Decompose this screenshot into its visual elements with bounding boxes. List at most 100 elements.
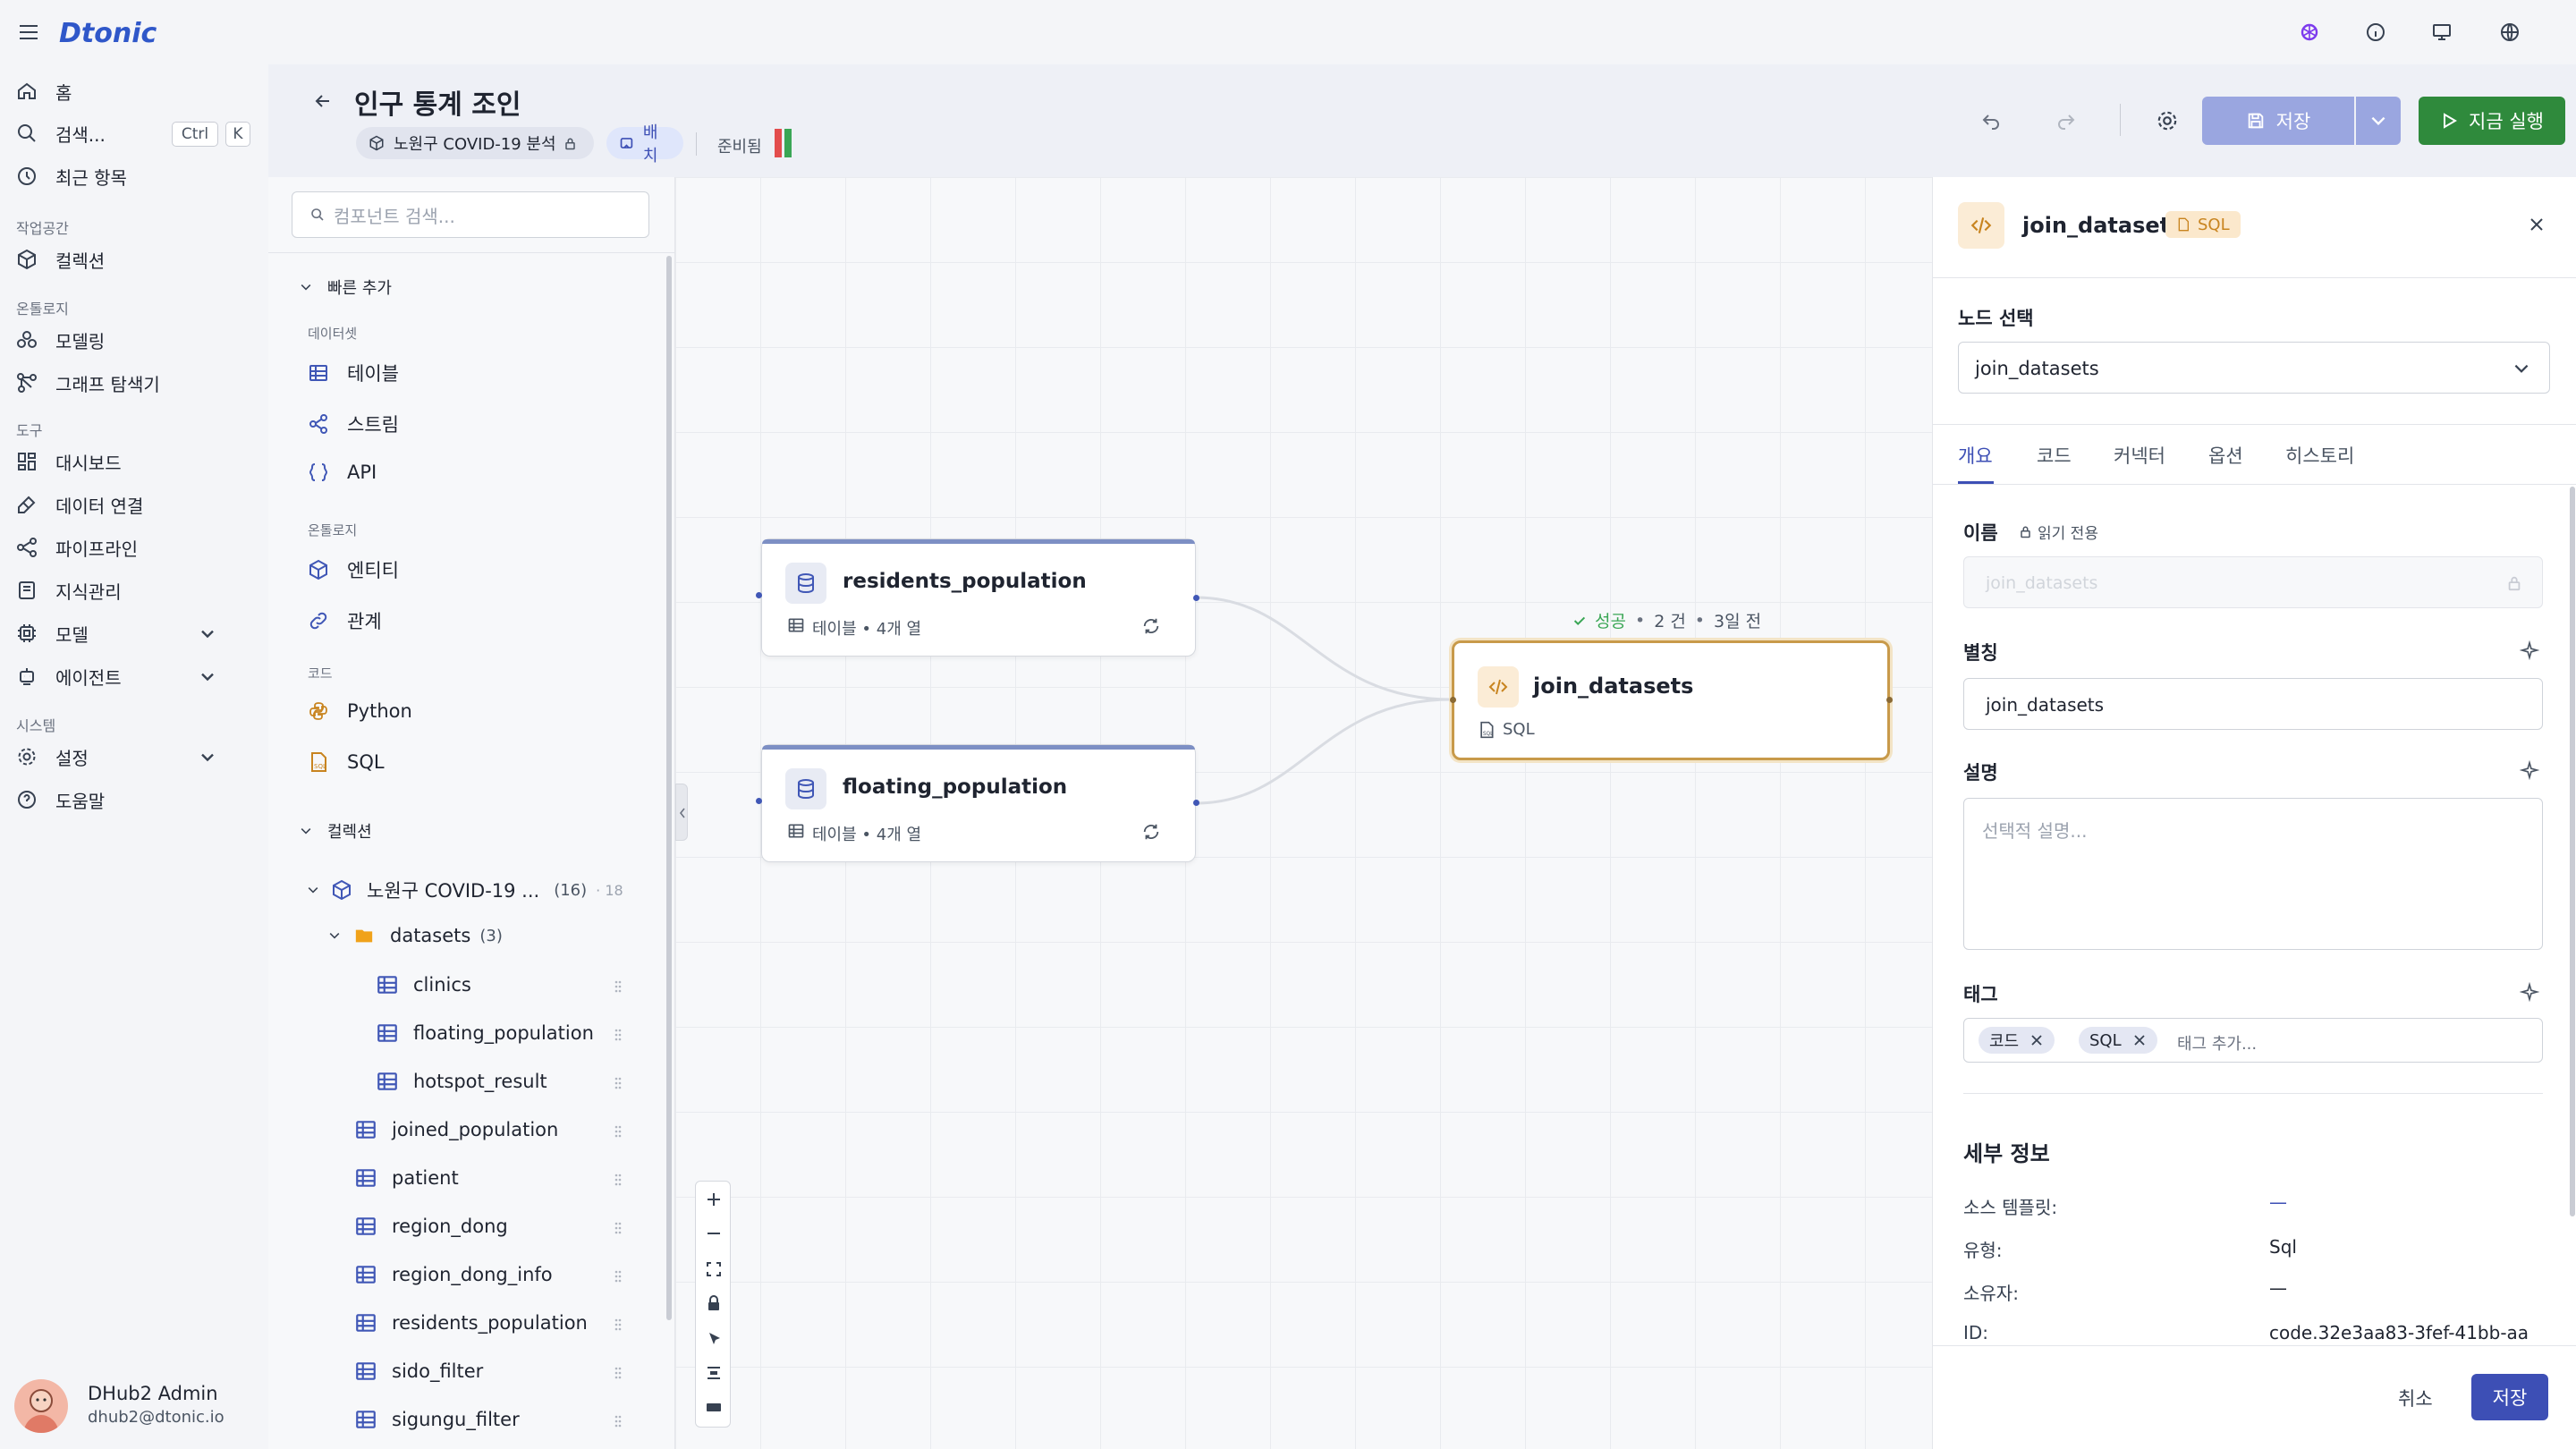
nav-dashboard[interactable]: 대시보드 [16,442,258,481]
nav-help[interactable]: 도움말 [16,780,258,819]
tree-item[interactable]: sido_filter [354,1360,483,1383]
globe-icon[interactable] [2499,21,2521,43]
tree-item[interactable]: clinics [376,973,471,996]
drag-handle-icon[interactable] [614,979,623,994]
panel-scrollbar[interactable] [2570,487,2575,1216]
component-table[interactable]: 테이블 [308,360,399,386]
fit-view-icon[interactable] [696,1251,732,1287]
folder-datasets[interactable]: datasets (3) [327,925,503,946]
monitor-icon[interactable] [2431,21,2453,43]
nav-recent[interactable]: 최근 항목 [16,157,258,196]
tree-item[interactable]: floating_population [376,1021,594,1045]
close-icon[interactable] [2527,215,2546,234]
tree-item[interactable]: patient [354,1166,459,1190]
tree-item[interactable]: joined_population [354,1118,558,1141]
info-icon[interactable] [2365,21,2386,43]
tree-item[interactable]: region_dong [354,1215,508,1238]
gear-icon[interactable] [2156,109,2179,132]
port-dot[interactable] [756,798,762,804]
component-api[interactable]: API [308,462,377,483]
port-dot[interactable] [756,592,762,598]
back-arrow-icon[interactable] [313,91,333,111]
quick-add-header[interactable]: 빠른 추가 [299,275,392,299]
tab-code[interactable]: 코드 [2037,442,2072,469]
node-select-dropdown[interactable]: join_datasets [1958,342,2550,394]
component-search[interactable]: 컴포넌트 검색... [292,191,649,238]
nav-pipeline[interactable]: 파이프라인 [16,528,258,567]
component-python[interactable]: Python [308,700,412,722]
align-icon[interactable] [696,1355,732,1391]
node-join-datasets[interactable]: join_datasets SQL SQL [1452,640,1890,760]
undo-icon[interactable] [1980,109,2002,131]
panel-save-button[interactable]: 저장 [2471,1374,2548,1420]
description-textarea[interactable]: 선택적 설명... [1963,798,2543,950]
drag-handle-icon[interactable] [614,1414,623,1428]
tab-options[interactable]: 옵션 [2208,442,2243,469]
nav-agent[interactable]: 에이전트 [16,657,258,696]
chevron-down-icon[interactable] [197,665,218,687]
tree-item[interactable]: hotspot_result [376,1070,547,1093]
refresh-icon[interactable] [1141,822,1161,842]
sparkle-icon[interactable] [2520,760,2539,780]
run-now-button[interactable]: 지금 실행 [2419,97,2565,145]
tab-connector[interactable]: 커넥터 [2114,442,2165,469]
node-residents-population[interactable]: residents_population 테이블 • 4개 열 [761,538,1196,657]
save-dropdown-button[interactable] [2356,97,2401,145]
zoom-out-icon[interactable] [696,1216,732,1251]
save-button[interactable]: 저장 [2202,97,2354,145]
component-relation[interactable]: 관계 [308,607,382,634]
port-dot[interactable] [1450,697,1456,703]
sparkle-icon[interactable] [2520,640,2539,660]
nav-modeling[interactable]: 모델링 [16,320,258,360]
batch-chip[interactable]: 배치 [606,123,683,165]
redo-icon[interactable] [2055,109,2077,131]
drag-handle-icon[interactable] [614,1366,623,1380]
collection-chip[interactable]: 노원구 COVID-19 분석 [356,127,594,159]
zoom-in-icon[interactable] [696,1182,732,1217]
minimap-icon[interactable] [696,1389,732,1425]
nav-settings[interactable]: 설정 [16,737,258,776]
menu-icon[interactable] [18,23,39,41]
chevron-down-icon[interactable] [197,746,218,767]
scrollbar[interactable] [666,256,672,1320]
close-icon[interactable] [2132,1033,2147,1047]
cancel-button[interactable]: 취소 [2398,1385,2433,1411]
component-stream[interactable]: 스트림 [308,411,399,437]
tags-input[interactable]: 코드 SQL 태그 추가... [1963,1018,2543,1063]
tab-overview[interactable]: 개요 [1958,442,1993,469]
tree-item[interactable]: region_dong_info [354,1263,553,1286]
nav-graph[interactable]: 그래프 탐색기 [16,363,258,402]
nav-search[interactable]: 검색... [16,114,258,153]
tab-history[interactable]: 히스토리 [2285,442,2354,469]
port-dot[interactable] [1193,800,1199,806]
node-floating-population[interactable]: floating_population 테이블 • 4개 열 [761,744,1196,862]
drag-handle-icon[interactable] [614,1124,623,1139]
component-entity[interactable]: 엔티티 [308,556,399,583]
tree-item[interactable]: residents_population [354,1311,588,1335]
nav-collection[interactable]: 컬렉션 [16,240,258,279]
lock-icon[interactable] [696,1285,732,1321]
nav-home[interactable]: 홈 [16,72,258,111]
collection-header[interactable]: 컬렉션 [299,819,372,843]
alias-input[interactable]: join_datasets [1963,678,2543,730]
component-sql[interactable]: SQL SQL [308,751,385,773]
close-icon[interactable] [2029,1033,2044,1047]
nav-model[interactable]: 모델 [16,614,258,653]
nav-knowledge[interactable]: 지식관리 [16,571,258,610]
openai-icon[interactable] [2299,21,2320,43]
drag-handle-icon[interactable] [614,1173,623,1187]
drag-handle-icon[interactable] [614,1221,623,1235]
user-profile[interactable]: DHub2 Admin dhub2@dtonic.io [14,1379,256,1433]
logo[interactable]: Dtonic [59,18,157,49]
port-dot[interactable] [1886,697,1893,703]
pipeline-canvas[interactable]: residents_population 테이블 • 4개 열 floating… [675,177,1932,1449]
refresh-icon[interactable] [1141,616,1161,636]
sparkle-icon[interactable] [2520,982,2539,1002]
tree-item[interactable]: sigungu_filter [354,1408,520,1431]
drag-handle-icon[interactable] [614,1076,623,1090]
drag-handle-icon[interactable] [614,1028,623,1042]
port-dot[interactable] [1193,595,1199,601]
nav-data-connection[interactable]: 데이터 연결 [16,485,258,524]
chevron-down-icon[interactable] [197,623,218,644]
drag-handle-icon[interactable] [614,1318,623,1332]
